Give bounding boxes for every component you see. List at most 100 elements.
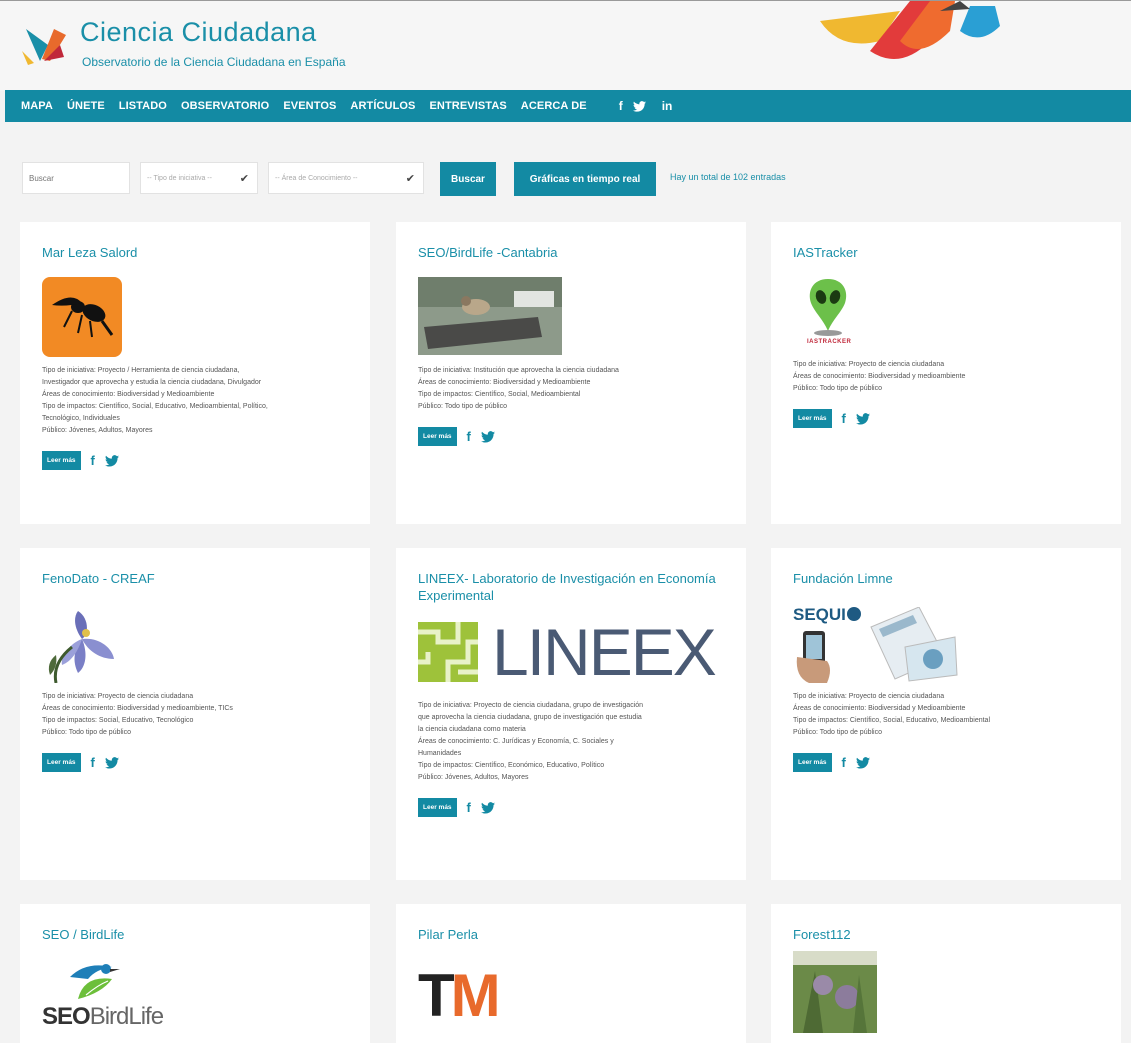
card-desc-line: Tipo de impactos: Social, Educativo, Tec… [42,717,194,724]
card-desc-line: Áreas de conocimiento: C. Jurídicas y Ec… [418,738,614,745]
card-actions: Leer más f [42,451,348,470]
search-input[interactable] [22,162,130,194]
card-desc-line: Áreas de conocimiento: Biodiversidad y m… [793,373,966,380]
card-desc-line: Tipo de impactos: Científico, Social, Me… [418,391,581,398]
card-desc-line: Tipo de iniciativa: Proyecto / Herramien… [42,367,240,374]
header-decoration-icon [820,1,1000,59]
site-header: Ciencia Ciudadana Observatorio de la Cie… [0,0,1131,91]
read-more-button[interactable]: Leer más [418,798,457,817]
tm-logo-text: TM [418,962,501,1029]
flower-icon [48,611,114,684]
card-actions: Leer más f [418,427,724,446]
card-logo[interactable] [418,277,724,359]
seo-birdlife-logo-text: SEOBirdLife [42,1003,164,1031]
twitter-icon[interactable] [480,801,495,814]
card-desc-line: que aprovecha la ciencia ciudadana, grup… [418,714,642,721]
twitter-icon[interactable] [632,100,646,112]
card-desc-line: Tipo de iniciativa: Proyecto de ciencia … [793,361,945,368]
twitter-icon[interactable] [855,412,870,425]
nav-item-acerca-de[interactable]: ACERCA DE [521,100,587,112]
card-actions: Leer más f [793,753,1099,772]
card-desc-line: Humanidades [418,750,462,757]
card-logo[interactable]: SEQUI [793,603,1099,685]
card-title[interactable]: SEO / BirdLife [42,926,348,943]
read-more-button[interactable]: Leer más [793,409,832,428]
chevron-down-icon: ✔ [239,173,249,185]
seo-text: SEO [42,1003,91,1030]
twitter-icon[interactable] [104,454,119,467]
card-desc-line: Público: Todo tipo de público [793,385,882,392]
facebook-icon[interactable]: f [467,800,471,815]
card-desc-line: Investigador que aprovecha y estudia la … [42,379,262,386]
tipo-iniciativa-select[interactable]: -- Tipo de iniciativa -- ✔ [140,162,258,194]
facebook-icon[interactable]: f [619,99,623,113]
card-title[interactable]: Forest112 [793,926,1099,943]
linkedin-icon[interactable]: in [662,99,673,113]
card-logo[interactable]: SEOBirdLife [42,959,348,1041]
card-desc-line: Tipo de impactos: Científico, Social, Ed… [793,717,991,724]
twitter-icon[interactable] [104,756,119,769]
phone-hand-icon [796,631,830,683]
wasp-icon [42,277,122,357]
card-desc-line: Tipo de iniciativa: Proyecto de ciencia … [42,693,194,700]
card-desc-line: Tipo de impactos: Científico, Social, Ed… [42,403,268,410]
card-title[interactable]: LINEEX- Laboratorio de Investigación en … [418,570,724,604]
facebook-icon[interactable]: f [842,755,846,770]
read-more-button[interactable]: Leer más [42,451,81,470]
card-title[interactable]: Pilar Perla [418,926,724,943]
facebook-icon[interactable]: f [91,453,95,468]
card-desc-line: Tipo de iniciativa: Proyecto de ciencia … [793,693,945,700]
twitter-icon[interactable] [855,756,870,769]
read-more-button[interactable]: Leer más [42,753,81,772]
card-title[interactable]: SEO/BirdLife -Cantabria [418,244,724,261]
card-desc-line: Público: Todo tipo de público [418,403,507,410]
area-conocimiento-select-label: -- Área de Conocimiento -- [275,174,358,182]
card-desc-line: Público: Jóvenes, Adultos, Mayores [42,427,153,434]
nav-item-eventos[interactable]: EVENTOS [283,100,336,112]
forest-photo-icon [793,951,877,1033]
read-more-button[interactable]: Leer más [418,427,457,446]
nav-item-mapa[interactable]: MAPA [21,100,53,112]
nav-item-listado[interactable]: LISTADO [119,100,167,112]
card-title[interactable]: Fundación Limne [793,570,1099,587]
nav-item-articulos[interactable]: ARTÍCULOS [350,100,415,112]
card-logo[interactable] [42,603,348,685]
facebook-icon[interactable]: f [467,429,471,444]
entry-card: Mar Leza Salord Tipo de iniciativa: Proy… [20,222,370,524]
facebook-icon[interactable]: f [91,755,95,770]
card-desc-line: Tipo de iniciativa: Proyecto de ciencia … [418,702,644,709]
site-logo-icon[interactable] [20,21,70,67]
entry-card: Pilar Perla TM [396,904,746,1043]
area-conocimiento-select[interactable]: -- Área de Conocimiento -- ✔ [268,162,424,194]
card-logo[interactable] [42,277,348,359]
card-description: Tipo de iniciativa: Institución que apro… [418,365,724,413]
card-actions: Leer más f [418,798,724,817]
entry-card: Fundación Limne SEQUI Tipo de iniciativa… [771,548,1121,880]
card-logo[interactable]: LINEEX [418,615,724,689]
nav-item-unete[interactable]: ÚNETE [67,100,105,112]
card-desc-line: Tecnológico, Individuales [42,415,120,422]
card-title[interactable]: FenoDato - CREAF [42,570,348,587]
site-subtitle: Observatorio de la Ciencia Ciudadana en … [82,55,346,69]
entry-card: IASTracker IASTRACKER Tipo de iniciativa… [771,222,1121,524]
facebook-icon[interactable]: f [842,411,846,426]
tm-logo-m: M [450,962,501,1029]
realtime-charts-button[interactable]: Gráficas en tiempo real [514,162,656,196]
nav-item-observatorio[interactable]: OBSERVATORIO [181,100,269,112]
lineex-logo-text: LINEEX [492,615,717,689]
site-title[interactable]: Ciencia Ciudadana [80,17,317,48]
card-logo[interactable] [793,951,1099,1041]
card-title[interactable]: IASTracker [793,244,1099,261]
entry-card: LINEEX- Laboratorio de Investigación en … [396,548,746,880]
total-entries-text: Hay un total de 102 entradas [670,172,786,182]
twitter-icon[interactable] [480,430,495,443]
birdlife-text: BirdLife [89,1003,164,1030]
card-logo[interactable]: IASTRACKER [793,277,1099,353]
search-button[interactable]: Buscar [440,162,496,196]
card-desc-line: Áreas de conocimiento: Biodiversidad y M… [42,391,215,398]
entry-card: Forest112 [771,904,1121,1043]
read-more-button[interactable]: Leer más [793,753,832,772]
nav-item-entrevistas[interactable]: ENTREVISTAS [430,100,507,112]
card-title[interactable]: Mar Leza Salord [42,244,348,261]
card-logo[interactable]: TM [418,959,724,1041]
